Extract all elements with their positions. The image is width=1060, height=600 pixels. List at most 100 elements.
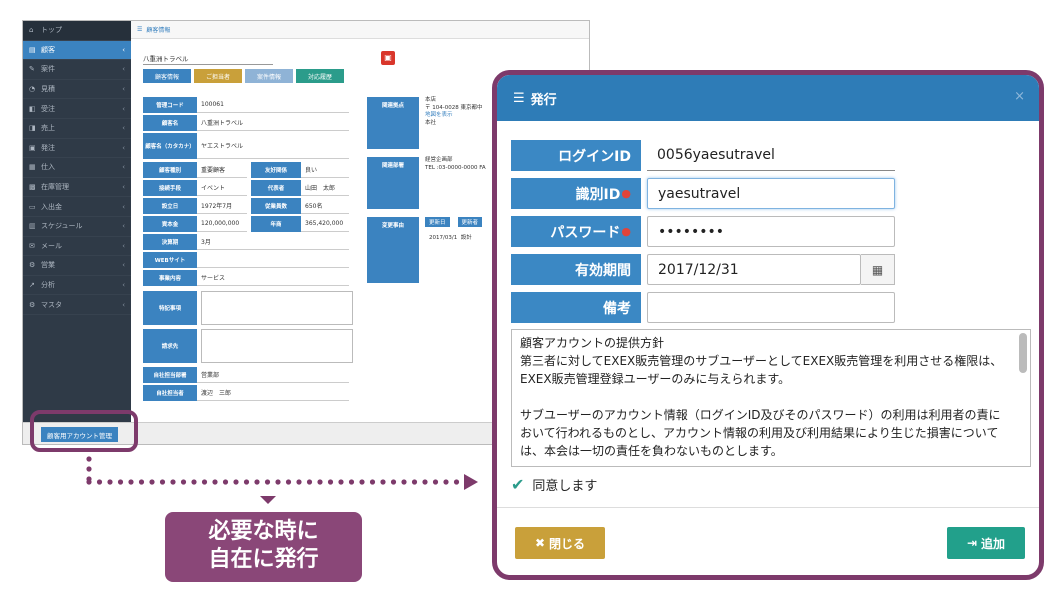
sidebar-item[interactable]: ▤ 顧客 ‹ xyxy=(23,40,131,61)
billing-textarea[interactable] xyxy=(201,329,353,363)
chevron-left-icon: ‹ xyxy=(122,183,125,192)
required-mark: ● xyxy=(621,187,631,200)
sidebar-item[interactable]: ◔ 見積 ‹ xyxy=(23,80,131,100)
calendar-icon[interactable]: ▦ xyxy=(861,254,895,285)
close-x-icon: ✖ xyxy=(534,536,546,550)
identifier-id-label: 識別ID ● xyxy=(511,178,641,209)
expiry-date-input[interactable]: 2017/12/31 xyxy=(647,254,861,285)
highlight-ring xyxy=(30,410,138,452)
sales-gear-icon: ⚙ xyxy=(29,261,36,270)
sidebar-item-label: 見積 xyxy=(41,85,55,94)
notes-textarea[interactable] xyxy=(201,291,353,325)
field-label: 接続手段 xyxy=(143,180,197,196)
tab-bar: 顧客情報 ご担当者 案件情報 対応履歴 xyxy=(143,69,344,83)
sidebar-item-label: 在庫管理 xyxy=(41,183,69,192)
field-label: 自社担当部署 xyxy=(143,367,197,383)
sidebar-item[interactable]: ⚙ マスタ ‹ xyxy=(23,295,131,315)
tab[interactable]: 対応履歴 xyxy=(296,69,344,83)
related-base-text: 本店 〒 104-0028 東京都中 地図を表示 本社 xyxy=(425,97,497,127)
related-dept-text: 経営企画部 TEL :03-0000-0000 FA xyxy=(425,157,486,171)
sidebar-item-label: 発注 xyxy=(41,143,55,152)
field-value: 120,000,000 xyxy=(197,216,247,232)
field-label: 設立日 xyxy=(143,198,197,214)
purchase-icon: ▦ xyxy=(29,163,36,172)
customer-name-field[interactable]: 八重洲トラベル xyxy=(143,53,273,65)
field-label: 友好関係 xyxy=(251,162,301,178)
field-value: 365,420,000 xyxy=(301,216,349,232)
policy-text-area[interactable]: 顧客アカウントの提供方針 第三者に対してEXEX販売管理のサブユーザーとしてEX… xyxy=(511,329,1031,467)
change-table-row: 2017/03/1 設計 xyxy=(429,235,472,241)
field-value: 渡辺 三郎 xyxy=(197,385,349,401)
field-label: 代表者 xyxy=(251,180,301,196)
sidebar-item-label: 分析 xyxy=(41,281,55,290)
field-label: WEBサイト xyxy=(143,252,197,268)
close-icon[interactable]: × xyxy=(1014,89,1025,104)
sidebar-item[interactable]: ▦ 仕入 ‹ xyxy=(23,158,131,178)
tab[interactable]: 案件情報 xyxy=(245,69,293,83)
breadcrumb: ☰ 顧客情報 xyxy=(131,21,589,39)
sidebar-item[interactable]: ◧ 受注 ‹ xyxy=(23,99,131,119)
field-label: 請求先 xyxy=(143,329,197,363)
field-value xyxy=(197,252,349,268)
chart-icon: ↗ xyxy=(29,281,35,290)
sidebar-item[interactable]: ✎ 案件 ‹ xyxy=(23,60,131,80)
sidebar-item-label: メール xyxy=(41,241,62,250)
sidebar-item-label: 顧客 xyxy=(41,45,55,54)
sidebar-item-label: トップ xyxy=(41,26,62,35)
sidebar-item-label: 営業 xyxy=(41,261,55,270)
sidebar-item[interactable]: ↗ 分析 ‹ xyxy=(23,276,131,296)
field-value: 良い xyxy=(301,162,349,178)
chevron-left-icon: ‹ xyxy=(122,85,125,94)
related-dept-label: 関連部署 xyxy=(367,157,419,209)
pdf-icon[interactable]: ▣ xyxy=(381,51,395,65)
note-input[interactable] xyxy=(647,292,895,323)
dotted-arrow xyxy=(86,456,478,504)
modal-footer-divider xyxy=(497,507,1039,508)
edit-icon: ✎ xyxy=(29,65,35,74)
master-icon: ⚙ xyxy=(29,300,36,309)
sidebar-item-label: 案件 xyxy=(41,65,55,74)
sidebar-item[interactable]: ▥ スケジュール ‹ xyxy=(23,217,131,237)
sidebar-item[interactable]: ⌂ トップ xyxy=(23,21,131,41)
list-icon: ☰ xyxy=(137,26,143,33)
note-label: 備考 xyxy=(511,292,641,323)
chevron-left-icon: ‹ xyxy=(122,222,125,231)
sidebar-item[interactable]: ▣ 発注 ‹ xyxy=(23,139,131,159)
tab[interactable]: ご担当者 xyxy=(194,69,242,83)
field-value: 3月 xyxy=(197,234,349,250)
sidebar-item[interactable]: ⚙ 営業 ‹ xyxy=(23,256,131,276)
add-button[interactable]: ⇥ 追加 xyxy=(947,527,1025,559)
caption-box: 必要な時に 自在に発行 xyxy=(165,512,362,582)
sidebar-item[interactable]: ✉ メール ‹ xyxy=(23,237,131,257)
mail-icon: ✉ xyxy=(29,241,35,250)
sidebar-item[interactable]: ▩ 在庫管理 ‹ xyxy=(23,178,131,198)
field-value: 営業部 xyxy=(197,367,349,383)
field-label: 資本金 xyxy=(143,216,197,232)
identifier-id-input[interactable]: yaesutravel xyxy=(647,178,895,209)
sidebar-item[interactable]: ▭ 入出金 ‹ xyxy=(23,197,131,217)
password-input[interactable]: •••••••• xyxy=(647,216,895,247)
field-label: 顧客名 xyxy=(143,115,197,131)
chevron-left-icon: ‹ xyxy=(122,45,125,54)
login-id-label: ログインID xyxy=(511,140,641,171)
sidebar-item-label: スケジュール xyxy=(41,222,83,231)
chevron-left-icon: ‹ xyxy=(122,163,125,172)
change-reason-label: 変更事由 xyxy=(367,217,419,283)
chevron-left-icon: ‹ xyxy=(122,65,125,74)
scrollbar[interactable] xyxy=(1019,333,1027,373)
map-link[interactable]: 地図を表示 xyxy=(425,112,497,120)
modal-header: ☰ 発行 xyxy=(497,75,1039,121)
tab[interactable]: 顧客情報 xyxy=(143,69,191,83)
customer-icon: ▤ xyxy=(29,45,36,54)
close-button[interactable]: ✖ 閉じる xyxy=(515,527,605,559)
chevron-left-icon: ‹ xyxy=(122,143,125,152)
field-value: ヤエストラベル xyxy=(197,133,349,159)
sidebar-item-label: 仕入 xyxy=(41,163,55,172)
chevron-left-icon: ‹ xyxy=(122,261,125,270)
sidebar-item-label: 受注 xyxy=(41,104,55,113)
change-table-header: 更新日 更新者 xyxy=(425,217,483,227)
sidebar-item[interactable]: ◨ 売上 ‹ xyxy=(23,119,131,139)
sidebar-item-label: マスタ xyxy=(41,300,62,309)
issue-modal: ☰ 発行 × ログインID 0056yaesutravel 識別ID ● yaes… xyxy=(492,70,1044,580)
agree-checkbox[interactable]: ✔ 同意します xyxy=(511,475,597,494)
